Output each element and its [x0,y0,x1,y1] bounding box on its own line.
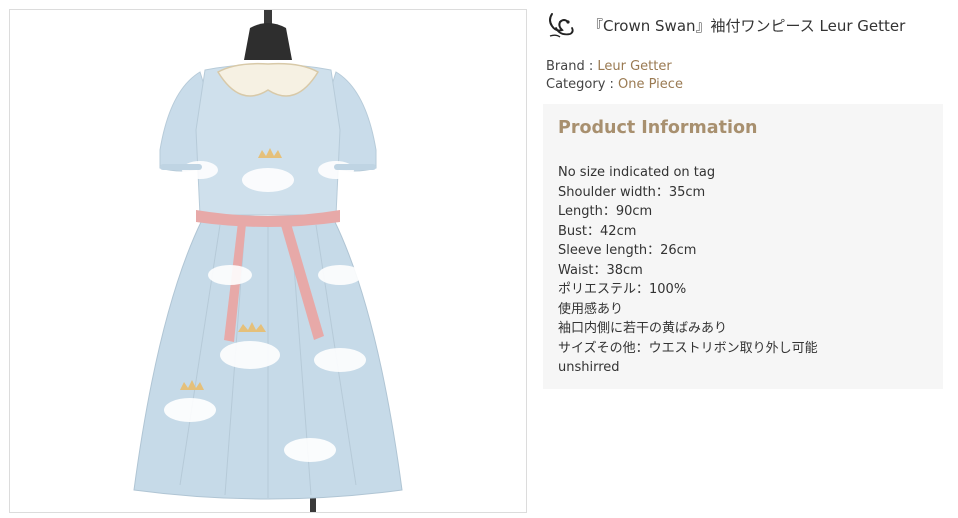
product-image-frame[interactable] [9,9,527,513]
info-line-material: ポリエステル：100% [558,282,687,297]
dress-illustration [133,62,403,500]
product-information-heading: Product Information [558,118,758,138]
brand-logo-icon[interactable] [546,10,576,40]
product-title-row: 『Crown Swan』袖付ワンピース Leur Getter [546,8,946,42]
brand-link[interactable]: Leur Getter [597,59,671,74]
product-information-panel: Product Information No size indicated on… [543,104,943,389]
mannequin-neck [244,23,292,60]
info-line-waist: Waist：38cm [558,262,643,278]
info-line-yellowing: 袖口内側に若干の黄ばみあり [558,321,728,336]
info-line-length: Length：90cm [558,204,653,219]
info-line-condition: 使用感あり [558,301,624,317]
info-line-shirring: unshirred [558,360,620,375]
brand-row: Brand : Leur Getter [546,59,672,74]
category-label: Category : [546,77,619,92]
category-link[interactable]: One Piece [618,77,683,92]
product-title: 『Crown Swan』袖付ワンピース Leur Getter [588,16,906,35]
info-line-other: サイズその他：ウエストリボン取り外し可能 [558,340,818,356]
product-image[interactable] [10,10,526,512]
info-line-size-tag: No size indicated on tag [558,165,716,180]
category-row: Category : One Piece [546,77,683,92]
info-line-bust: Bust：42cm [558,223,637,239]
info-line-sleeve-length: Sleeve length：26cm [558,243,697,258]
product-information-list: No size indicated on tag Shoulder width：… [558,163,818,378]
info-line-shoulder-width: Shoulder width：35cm [558,184,706,200]
brand-label: Brand : [546,59,598,74]
